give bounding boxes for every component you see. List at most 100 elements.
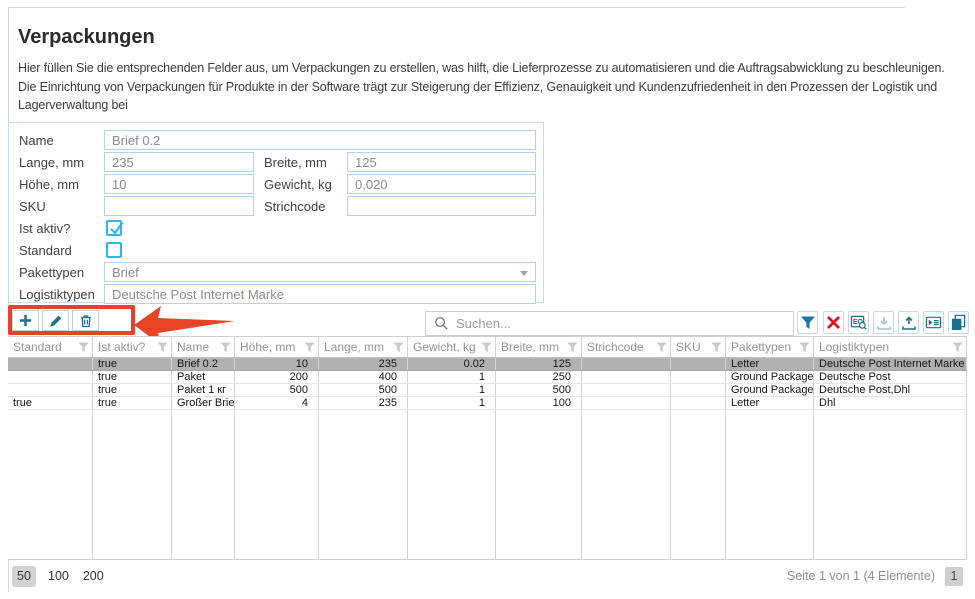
page-size-200[interactable]: 200: [81, 566, 106, 587]
table-cell: [8, 371, 93, 383]
table-empty-cell: [408, 410, 496, 559]
sku-input[interactable]: [104, 196, 254, 216]
search-input[interactable]: [456, 316, 793, 331]
breite-label: Breite, mm: [254, 155, 347, 170]
filter-funnel-icon[interactable]: [157, 342, 168, 353]
table-cell: 1: [408, 384, 496, 396]
table-cell: [671, 384, 726, 396]
current-page-button[interactable]: 1: [945, 567, 963, 586]
filter-button[interactable]: [797, 311, 818, 334]
column-header-8[interactable]: SKU: [671, 337, 726, 357]
table-cell: Dhl: [814, 397, 967, 409]
logistiktypen-input[interactable]: [104, 284, 536, 304]
filter-funnel-icon[interactable]: [952, 342, 963, 353]
column-label: Pakettypen: [731, 340, 791, 354]
pakettypen-label: Pakettypen: [19, 265, 104, 280]
table-cell: 250: [496, 371, 582, 383]
column-header-10[interactable]: Logistiktypen: [814, 337, 967, 357]
edit-button[interactable]: [42, 310, 69, 331]
hohe-input[interactable]: [104, 174, 254, 194]
clear-filter-button[interactable]: [823, 311, 844, 334]
standard-checkbox[interactable]: [106, 242, 122, 258]
filter-funnel-icon[interactable]: [799, 342, 810, 353]
filter-funnel-icon[interactable]: [656, 342, 667, 353]
table-cell: 0.02: [408, 358, 496, 370]
column-header-6[interactable]: Breite, mm: [496, 337, 582, 357]
pakettypen-select[interactable]: Brief: [104, 262, 536, 282]
table-empty-cell: [8, 410, 93, 559]
page-title: Verpackungen: [18, 26, 155, 49]
table-row[interactable]: trueBrief 0.2102350.02125LetterDeutsche …: [8, 358, 967, 371]
table-cell: 500: [235, 384, 319, 396]
table-cell: 400: [319, 371, 408, 383]
column-header-0[interactable]: Standard: [8, 337, 93, 357]
table-cell: Paket 1 кг: [172, 384, 235, 396]
pencil-icon: [49, 314, 63, 328]
detail-rows-button[interactable]: [923, 311, 944, 334]
add-button[interactable]: [12, 310, 39, 331]
gewicht-input[interactable]: [347, 174, 536, 194]
copy-pages-icon: [950, 314, 967, 331]
strichcode-input[interactable]: [347, 196, 536, 216]
column-label: Ist aktiv?: [98, 340, 145, 354]
column-header-1[interactable]: Ist aktiv?: [93, 337, 172, 357]
lange-input[interactable]: [104, 152, 254, 172]
name-label: Name: [19, 133, 104, 148]
import-button[interactable]: [873, 311, 894, 334]
filter-funnel-icon[interactable]: [220, 342, 231, 353]
table-empty-cell: [496, 410, 582, 559]
table-row[interactable]: truetrueGroßer Brief42351100LetterDhl: [8, 397, 967, 410]
page-size-50[interactable]: 50: [12, 566, 36, 587]
column-label: Höhe, mm: [240, 340, 295, 354]
column-header-5[interactable]: Gewicht, kg: [408, 337, 496, 357]
table-cell: 125: [496, 358, 582, 370]
column-label: SKU: [676, 340, 701, 354]
funnel-icon: [800, 315, 816, 331]
column-header-9[interactable]: Pakettypen: [726, 337, 814, 357]
name-input[interactable]: [104, 130, 536, 150]
filter-funnel-icon[interactable]: [711, 342, 722, 353]
filter-funnel-icon[interactable]: [481, 342, 492, 353]
table-header-row: Standard Ist aktiv? Name Höhe, mm Lange, mm G…: [8, 337, 967, 358]
filter-funnel-icon[interactable]: [393, 342, 404, 353]
table-row[interactable]: truePaket2004001250Ground PackageDeutsch…: [8, 371, 967, 384]
delete-button[interactable]: [72, 310, 99, 331]
table-cell: 1: [408, 371, 496, 383]
ist-aktiv-checkbox[interactable]: [106, 220, 122, 236]
description-line: Hier füllen Sie die entsprechenden Felde…: [18, 59, 945, 78]
column-label: Gewicht, kg: [413, 340, 476, 354]
breite-input[interactable]: [347, 152, 536, 172]
sku-label: SKU: [19, 199, 104, 214]
table-cell: true: [93, 397, 172, 409]
export-button[interactable]: [898, 311, 919, 334]
column-header-2[interactable]: Name: [172, 337, 235, 357]
copy-button[interactable]: [948, 311, 969, 334]
packaging-form: Name Lange, mm Breite, mm Höhe, mm Gewic…: [8, 122, 544, 303]
filter-funnel-icon[interactable]: [567, 342, 578, 353]
table-cell: Brief 0.2: [172, 358, 235, 370]
search-box: [425, 311, 794, 336]
column-label: Breite, mm: [501, 340, 559, 354]
page-size-selector: 50 100 200: [12, 566, 106, 587]
table-cell: 10: [235, 358, 319, 370]
lange-label: Lange, mm: [19, 155, 104, 170]
search-panel-button[interactable]: EQ: [848, 311, 869, 334]
column-header-4[interactable]: Lange, mm: [319, 337, 408, 357]
table-row[interactable]: truePaket 1 кг5005001500Ground PackageDe…: [8, 384, 967, 397]
table-cell: [582, 397, 671, 409]
checkmark-icon: [108, 220, 124, 236]
filter-funnel-icon[interactable]: [78, 342, 89, 353]
description-line: Die Einrichtung von Verpackungen für Pro…: [18, 78, 945, 97]
column-label: Strichcode: [587, 340, 644, 354]
page-size-100[interactable]: 100: [46, 566, 71, 587]
pakettypen-value: Brief: [112, 265, 139, 280]
table-body: trueBrief 0.2102350.02125LetterDeutsche …: [8, 358, 967, 410]
eq-preview-icon: EQ: [850, 314, 867, 331]
pager: 50100200 Seite 1 von 1 (4 Elemente) 1: [8, 560, 967, 592]
column-header-3[interactable]: Höhe, mm: [235, 337, 319, 357]
filter-funnel-icon[interactable]: [304, 342, 315, 353]
table-cell: Deutsche Post: [814, 371, 967, 383]
column-header-7[interactable]: Strichcode: [582, 337, 671, 357]
table-cell: true: [93, 371, 172, 383]
strichcode-label: Strichcode: [254, 199, 347, 214]
